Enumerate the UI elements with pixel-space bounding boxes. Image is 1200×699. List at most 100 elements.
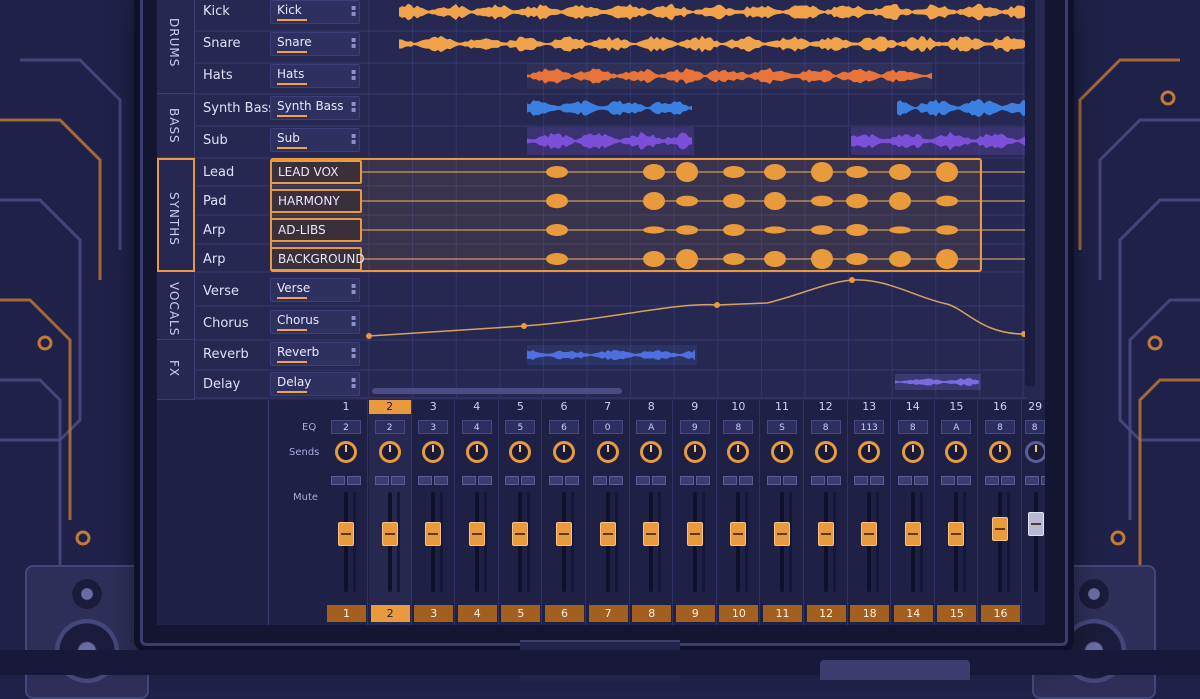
channel-footer-number[interactable]: 8: [632, 605, 672, 622]
mixer-channel-13[interactable]: 13 113 18: [848, 400, 892, 625]
channel-footer-number[interactable]: 15: [937, 605, 977, 622]
channel-number[interactable]: 11: [761, 400, 803, 414]
automation-point[interactable]: [714, 302, 720, 308]
group-fx[interactable]: FX: [157, 340, 195, 400]
volume-fader[interactable]: [861, 522, 878, 546]
volume-fader[interactable]: [817, 522, 834, 546]
synth-bass-waveform-2[interactable]: [897, 99, 1026, 117]
send-knob[interactable]: [771, 441, 793, 463]
channel-number[interactable]: 14: [892, 400, 934, 414]
channel-number[interactable]: 9: [674, 400, 716, 414]
channel-number[interactable]: 10: [717, 400, 759, 414]
eq-button[interactable]: A: [941, 420, 972, 434]
eq-button[interactable]: 113: [854, 420, 885, 434]
channel-number[interactable]: 12: [805, 400, 847, 414]
mute-solo-buttons[interactable]: [679, 470, 712, 485]
automation-curve[interactable]: [368, 279, 1025, 337]
group-vocals[interactable]: VOCALS: [157, 272, 195, 340]
mute-solo-buttons[interactable]: [897, 470, 930, 485]
automation-point[interactable]: [521, 323, 527, 329]
channel-number[interactable]: 16: [979, 400, 1021, 414]
mute-solo-buttons[interactable]: [418, 470, 450, 485]
mixer-channel-10[interactable]: 10 8 10: [717, 400, 761, 625]
synth-bass-waveform-1[interactable]: [527, 100, 692, 116]
mute-button[interactable]: [592, 476, 607, 485]
track-header-pad[interactable]: HARMONY: [270, 189, 362, 213]
channel-footer-number[interactable]: 6: [545, 605, 584, 622]
send-knob[interactable]: [335, 441, 357, 463]
eq-button[interactable]: 5: [505, 420, 536, 434]
channel-footer-number[interactable]: 16: [981, 605, 1020, 622]
volume-fader[interactable]: [730, 522, 747, 546]
menu-dots-icon[interactable]: ▪ ▪: [351, 376, 356, 390]
mixer-channel-15[interactable]: 15 A 15: [935, 400, 979, 625]
channel-number[interactable]: 1: [325, 400, 367, 414]
channel-number[interactable]: 8: [630, 400, 672, 414]
channel-number[interactable]: 15: [935, 400, 977, 414]
send-knob[interactable]: [989, 441, 1011, 463]
send-knob[interactable]: [814, 441, 837, 463]
solo-button[interactable]: [434, 476, 449, 485]
send-knob[interactable]: [945, 441, 968, 463]
channel-number[interactable]: 6: [543, 400, 585, 414]
menu-dots-icon[interactable]: ▪ ▪: [351, 314, 356, 328]
eq-button[interactable]: 6: [549, 420, 579, 434]
send-knob[interactable]: [596, 441, 619, 463]
channel-number[interactable]: 7: [587, 400, 629, 414]
mute-solo-buttons[interactable]: [331, 470, 363, 485]
solo-button[interactable]: [783, 476, 797, 485]
send-knob[interactable]: [1024, 441, 1045, 463]
mixer-channel-4[interactable]: 4 4 4: [456, 400, 499, 625]
eq-button[interactable]: 8: [723, 420, 754, 434]
volume-fader[interactable]: [904, 522, 921, 546]
mixer-channel-7[interactable]: 7 0 7: [587, 400, 630, 625]
mute-button[interactable]: [679, 476, 694, 485]
volume-fader[interactable]: [425, 522, 442, 546]
volume-fader[interactable]: [948, 522, 965, 546]
mute-button[interactable]: [374, 476, 389, 485]
solo-button[interactable]: [521, 476, 536, 485]
mixer-channel-6[interactable]: 6 6 6: [543, 400, 586, 625]
solo-button[interactable]: [1001, 476, 1015, 485]
mixer-channel-11[interactable]: 11 S 11: [761, 400, 804, 625]
track-header-delay[interactable]: Delay ▪ ▪: [270, 372, 360, 396]
solo-button[interactable]: [477, 476, 492, 485]
mute-button[interactable]: [723, 476, 738, 485]
send-knob[interactable]: [727, 441, 750, 463]
mute-solo-buttons[interactable]: [592, 470, 625, 485]
mute-button[interactable]: [897, 476, 912, 485]
mute-button[interactable]: [854, 476, 869, 485]
eq-button[interactable]: 2: [374, 420, 405, 434]
mute-button[interactable]: [505, 476, 520, 485]
eq-button[interactable]: 8: [985, 420, 1015, 434]
solo-button[interactable]: [913, 476, 928, 485]
volume-fader[interactable]: [381, 522, 398, 546]
mute-button[interactable]: [767, 476, 781, 485]
send-knob[interactable]: [465, 441, 488, 463]
mixer-channel-16[interactable]: 16 8 16: [979, 400, 1022, 625]
mixer-channel-14[interactable]: 14 8 14: [892, 400, 935, 625]
channel-footer-number[interactable]: 1: [327, 605, 366, 622]
send-knob[interactable]: [640, 441, 663, 463]
mute-solo-buttons[interactable]: [854, 470, 886, 485]
mute-solo-buttons[interactable]: [1024, 470, 1045, 485]
volume-fader[interactable]: [599, 522, 616, 546]
track-header-arp[interactable]: AD-LIBS: [270, 218, 362, 242]
eq-button[interactable]: 8: [810, 420, 841, 434]
mute-button[interactable]: [941, 476, 956, 485]
eq-button[interactable]: 9: [679, 420, 710, 434]
snare-waveform[interactable]: [399, 35, 1026, 53]
mute-solo-buttons[interactable]: [941, 470, 973, 485]
mute-button[interactable]: [810, 476, 825, 485]
track-header-reverb[interactable]: Reverb ▪ ▪: [270, 342, 360, 366]
channel-number[interactable]: 2: [368, 400, 411, 414]
menu-dots-icon[interactable]: ▪ ▪: [351, 132, 356, 146]
volume-fader[interactable]: [338, 522, 354, 546]
channel-footer-number[interactable]: 7: [588, 605, 628, 622]
channel-footer-number[interactable]: 11: [763, 605, 802, 622]
solo-button[interactable]: [870, 476, 885, 485]
automation-point[interactable]: [849, 277, 855, 283]
mute-button[interactable]: [985, 476, 999, 485]
mixer-channel-2[interactable]: 2 2 2: [368, 400, 412, 625]
send-knob[interactable]: [509, 441, 532, 463]
